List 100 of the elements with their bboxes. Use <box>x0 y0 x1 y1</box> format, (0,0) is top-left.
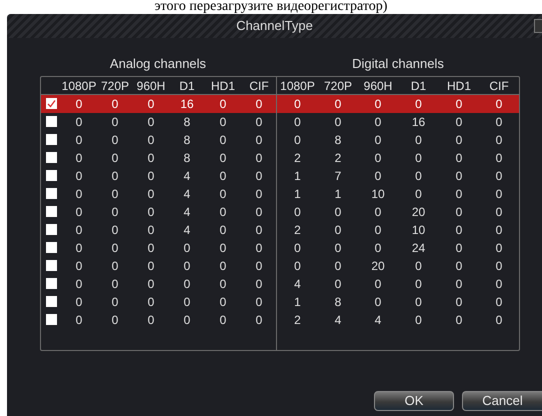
table-cell-text: 0 <box>74 258 84 274</box>
table-cell-text: 0 <box>146 276 156 292</box>
table-cell-text: 0 <box>254 150 264 166</box>
table-cell-text: 0 <box>454 258 464 274</box>
table-cell-text: 0 <box>218 96 228 112</box>
table-cell-text: 4 <box>334 312 342 328</box>
table-cell-text: 0 <box>182 258 192 274</box>
table-cell-text: 0 <box>454 114 464 130</box>
table-cell-text: 0 <box>146 240 156 256</box>
table-cell-text: 0 <box>334 96 342 112</box>
table-cell-text: 0 <box>254 258 264 274</box>
table-cell-text: 0 <box>293 96 302 112</box>
table-cell-text: 4 <box>182 204 192 220</box>
table-cell-text: 0 <box>414 96 423 112</box>
table-cell-text: 0 <box>182 312 192 328</box>
table-cell-text: 0 <box>254 96 264 112</box>
table-cell-text: 0 <box>218 114 228 130</box>
table-cell-text: 8 <box>182 132 192 148</box>
column-header: 1080P <box>279 78 316 94</box>
table-cell-text: 10 <box>410 222 426 238</box>
table-cell-text: 0 <box>293 240 302 256</box>
checkbox[interactable] <box>46 260 56 271</box>
table-cell-text: 0 <box>293 132 302 148</box>
column-header: CIF <box>248 78 270 94</box>
table-cell-text: 16 <box>179 96 195 112</box>
selected-row-highlight[interactable]: 0 0 0 16 0 0 0 0 0 0 0 0 <box>41 94 519 112</box>
table-cell-text: 0 <box>414 276 423 292</box>
table-cell-text: 0 <box>74 204 84 220</box>
table-cell-text: 0 <box>414 168 423 184</box>
table-cell-text: 0 <box>146 294 156 310</box>
table-cell-text: 2 <box>293 312 302 328</box>
table-cell-text: 0 <box>454 96 464 112</box>
table-cell-text: 0 <box>146 186 156 202</box>
table-cell-text: 0 <box>74 132 84 148</box>
table-cell-text: 0 <box>254 222 264 238</box>
ok-button[interactable]: OK <box>374 390 454 410</box>
column-header: D1 <box>178 78 196 94</box>
table-cell-text: 8 <box>334 294 342 310</box>
checkbox[interactable] <box>46 206 56 217</box>
table-cell-text: 0 <box>110 312 120 328</box>
table-cell-text: 0 <box>414 132 423 148</box>
table-cell-text: 0 <box>494 114 504 130</box>
table-cell-text: 0 <box>110 204 120 220</box>
table-cell-text: 0 <box>146 114 156 130</box>
table-cell-text: 0 <box>494 168 504 184</box>
table-cell-text: 0 <box>494 96 504 112</box>
table-cell-text: 0 <box>374 96 382 112</box>
table-cell-text: 0 <box>374 150 382 166</box>
column-header: 720P <box>100 78 130 94</box>
table-cell-text: 16 <box>410 114 426 130</box>
table-cell-text: 0 <box>454 294 464 310</box>
checkbox[interactable] <box>46 134 56 145</box>
table-cell-text: 0 <box>146 204 156 220</box>
checkbox[interactable] <box>46 116 56 127</box>
cancel-button[interactable]: Cancel <box>462 390 542 410</box>
table-cell-text: 0 <box>374 114 382 130</box>
table-cell-text: 0 <box>454 168 464 184</box>
table-cell-text: 0 <box>334 114 342 130</box>
table-cell-text: 0 <box>454 240 464 256</box>
table-cell-text: 0 <box>110 294 120 310</box>
checkbox[interactable] <box>46 278 56 289</box>
table-cell-text: 0 <box>110 240 120 256</box>
checkbox[interactable] <box>46 188 56 199</box>
table-cell-text: 0 <box>293 258 302 274</box>
table-cell-text: 0 <box>254 204 264 220</box>
checkbox[interactable] <box>46 242 56 253</box>
checkbox[interactable] <box>46 152 56 163</box>
table-cell-text: 0 <box>454 222 464 238</box>
column-header: 1080P <box>61 78 97 94</box>
table-cell-text: 0 <box>146 150 156 166</box>
table-cell-text: 0 <box>182 240 192 256</box>
table-cell-text: 0 <box>254 294 264 310</box>
table-cell-text: 4 <box>182 186 192 202</box>
group-heading: Digital channels <box>351 55 445 73</box>
table-cell-text: 8 <box>182 150 192 166</box>
table-cell-text: 0 <box>110 114 120 130</box>
table-cell-text: 0 <box>218 204 228 220</box>
group-heading: Analog channels <box>108 55 208 73</box>
table-cell-text: 0 <box>146 168 156 184</box>
table-cell-text: 0 <box>110 222 120 238</box>
table-cell-text: 0 <box>254 312 264 328</box>
table-cell-text: 24 <box>410 240 426 256</box>
table-cell-text: 0 <box>454 276 464 292</box>
table-cell-text: 0 <box>74 312 84 328</box>
column-header: HD1 <box>446 78 472 94</box>
table-cell-text: 0 <box>218 132 228 148</box>
column-header: 960H <box>136 78 166 94</box>
close-icon[interactable] <box>534 19 542 33</box>
checkbox[interactable] <box>46 314 56 325</box>
checkbox[interactable] <box>46 296 56 307</box>
column-header: 960H <box>362 78 394 94</box>
table-cell-text: 0 <box>146 132 156 148</box>
checkbox[interactable] <box>46 98 56 109</box>
table-cell-text: 7 <box>334 168 342 184</box>
table-cell-text: 0 <box>454 132 464 148</box>
table-cell-text: 0 <box>494 132 504 148</box>
checkbox[interactable] <box>46 224 56 235</box>
table-cell-text: 0 <box>254 240 264 256</box>
table-cell-text: 0 <box>254 132 264 148</box>
checkbox[interactable] <box>46 170 56 181</box>
